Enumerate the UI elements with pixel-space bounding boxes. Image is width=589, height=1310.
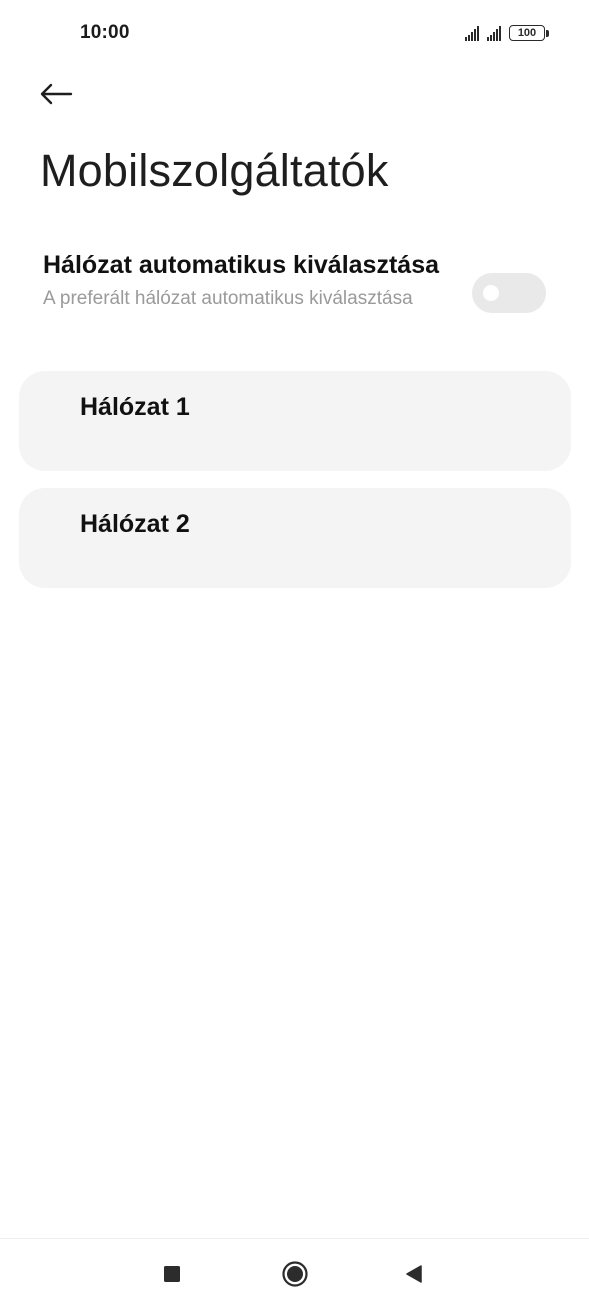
battery-level: 100 — [509, 25, 545, 41]
battery-icon: 100 — [509, 25, 549, 41]
auto-select-toggle[interactable] — [472, 273, 546, 313]
navigation-bar — [0, 1238, 589, 1310]
status-icons: 100 — [465, 23, 549, 43]
recents-button[interactable] — [147, 1249, 197, 1299]
triangle-back-icon — [406, 1265, 422, 1283]
page-title: Mobilszolgáltatók — [40, 145, 389, 196]
auto-select-title: Hálózat automatikus kiválasztása — [43, 251, 439, 279]
back-button[interactable] — [38, 72, 86, 116]
auto-select-row[interactable]: Hálózat automatikus kiválasztása A prefe… — [0, 245, 589, 345]
signal-icon — [465, 25, 479, 41]
toggle-knob — [483, 285, 499, 301]
arrow-left-icon — [40, 83, 73, 105]
status-bar: 10:00 100 — [0, 0, 589, 64]
network-label: Hálózat 1 — [80, 393, 190, 421]
status-time: 10:00 — [80, 22, 130, 43]
network-item-1[interactable]: Hálózat 1 — [19, 371, 571, 471]
network-item-2[interactable]: Hálózat 2 — [19, 488, 571, 588]
home-button[interactable] — [270, 1249, 320, 1299]
circle-icon — [282, 1261, 308, 1287]
signal-icon-2 — [487, 25, 501, 41]
square-icon — [164, 1266, 180, 1282]
nav-back-button[interactable] — [389, 1249, 439, 1299]
network-label: Hálózat 2 — [80, 510, 190, 538]
battery-tip — [546, 29, 549, 37]
auto-select-description: A preferált hálózat automatikus kiválasz… — [43, 288, 413, 309]
